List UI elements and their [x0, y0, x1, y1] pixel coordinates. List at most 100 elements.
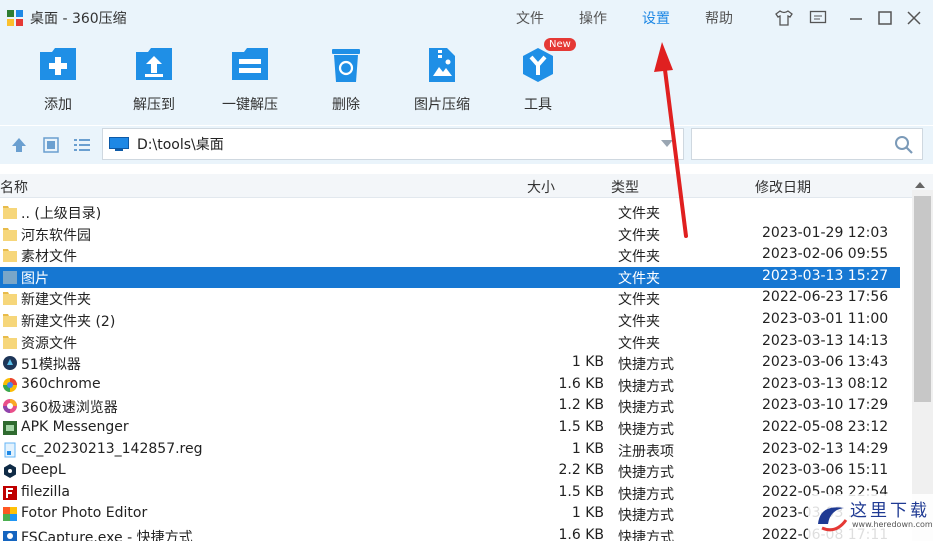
- file-row[interactable]: APK Messenger 1.5 KB 快捷方式 2022-05-08 23:12: [0, 418, 900, 440]
- feedback-button[interactable]: [808, 8, 828, 28]
- file-row[interactable]: 51模拟器 1 KB 快捷方式 2023-03-06 13:43: [0, 353, 900, 375]
- file-date: 2022-05-08 23:12: [762, 419, 889, 435]
- file-list: .. (上级目录) 文件夹 河东软件园 文件夹 2023-01-29 12:03 素材文件…: [0, 202, 912, 541]
- file-type: 快捷方式: [618, 530, 674, 541]
- maximize-button[interactable]: [875, 8, 895, 28]
- address-dropdown-icon[interactable]: [661, 140, 673, 147]
- file-size: 2.2 KB: [558, 462, 605, 479]
- file-date: 2023-02-13 14:29: [762, 440, 889, 457]
- file-row[interactable]: 素材文件 文件夹 2023-02-06 09:55: [0, 245, 900, 267]
- folder-icon: [3, 249, 17, 263]
- file-date: 2023-02-06 09:55: [762, 246, 889, 263]
- file-date: 2023-01-29 12:03: [762, 224, 889, 241]
- search-input[interactable]: [698, 133, 888, 155]
- file-row[interactable]: Fotor Photo Editor1 KB快捷方式2023-03-03 ...: [0, 504, 900, 526]
- column-date[interactable]: 修改日期: [755, 177, 811, 197]
- search-box[interactable]: [691, 128, 923, 160]
- minimize-button[interactable]: [846, 8, 866, 28]
- extract-to-label: 解压到: [133, 97, 175, 113]
- file-size: 1 KB: [571, 505, 604, 522]
- thumbnail-view-icon[interactable]: [42, 136, 60, 154]
- file-name: Fotor Photo Editor: [21, 505, 148, 522]
- drive-icon: [109, 137, 129, 151]
- file-row[interactable]: 360极速浏览器 1.2 KB 快捷方式 2023-03-10 17:29: [0, 396, 900, 418]
- browser-icon: [3, 399, 17, 414]
- file-size: 1.5 KB: [558, 419, 605, 435]
- up-arrow-icon[interactable]: [10, 136, 28, 154]
- file-name: APK Messenger: [21, 419, 129, 435]
- file-row[interactable]: .. (上级目录) 文件夹: [0, 202, 900, 224]
- watermark: 这里下载 www.heredown.com: [808, 494, 933, 541]
- file-type: 注册表项: [618, 443, 674, 460]
- file-type: 快捷方式: [618, 357, 674, 374]
- file-name: 河东软件园: [21, 227, 91, 244]
- minimize-icon: [850, 18, 862, 20]
- file-size: 1.6 KB: [558, 527, 605, 541]
- file-row[interactable]: DeepL 2.2 KB 快捷方式 2023-03-06 15:11: [0, 461, 900, 483]
- scrollbar-thumb[interactable]: [914, 196, 931, 402]
- file-row[interactable]: FSCapture.exe - 快捷方式 1.6 KB 快捷方式 2022-06-08…: [0, 526, 900, 541]
- menu-operation[interactable]: 操作: [579, 8, 607, 28]
- close-button[interactable]: [904, 8, 924, 28]
- search-icon[interactable]: [894, 135, 914, 155]
- watermark-url: www.heredown.com: [852, 520, 933, 529]
- list-view-icon[interactable]: [73, 136, 91, 154]
- tools-button[interactable]: New 工具: [498, 38, 578, 114]
- file-row[interactable]: 资源文件 文件夹 2023-03-13 14:13: [0, 332, 900, 354]
- add-label: 添加: [44, 97, 72, 113]
- file-type: 快捷方式: [618, 508, 674, 525]
- file-date: 2023-03-01 11:00: [762, 311, 889, 327]
- file-row[interactable]: 360chrome 1.6 KB 快捷方式 2023-03-13 08:12: [0, 375, 900, 397]
- filezilla-icon: [3, 485, 17, 500]
- one-click-extract-label: 一键解压: [222, 97, 278, 113]
- delete-button[interactable]: 删除: [306, 46, 386, 114]
- title-toolbar-area: 桌面 - 360压缩 文件 操作 设置 帮助 添加 解压到 一键解压 删除 图片…: [0, 0, 933, 125]
- file-name: 图片: [21, 270, 49, 287]
- file-type: 快捷方式: [618, 400, 674, 417]
- watermark-text: 这里下载: [850, 501, 930, 521]
- file-row[interactable]: filezilla 1.5 KB 快捷方式 2022-05-08 22:54: [0, 483, 900, 505]
- menu-help[interactable]: 帮助: [705, 8, 733, 28]
- image-compress-button[interactable]: 图片压缩: [402, 46, 482, 114]
- file-date: 2023-03-06 15:11: [762, 462, 889, 479]
- folder-icon: [3, 270, 17, 284]
- deepl-icon: [4, 464, 16, 479]
- file-row[interactable]: 新建文件夹 文件夹 2022-06-23 17:56: [0, 288, 900, 310]
- address-field[interactable]: D:\tools\桌面: [102, 128, 684, 160]
- file-size: 1 KB: [571, 354, 604, 371]
- file-size: 1.5 KB: [558, 483, 605, 500]
- file-row[interactable]: cc_20230213_142857.reg 1 KB 注册表项 2023-02-13…: [0, 440, 900, 462]
- chrome-icon: [3, 377, 17, 392]
- delete-label: 删除: [332, 97, 360, 113]
- tshirt-icon: [775, 10, 793, 26]
- menu-settings[interactable]: 设置: [642, 8, 670, 28]
- file-name: cc_20230213_142857.reg: [21, 440, 203, 457]
- add-button[interactable]: 添加: [18, 46, 98, 114]
- one-click-extract-button[interactable]: 一键解压: [210, 46, 290, 114]
- file-row[interactable]: 图片 文件夹 2023-03-13 15:27: [0, 266, 900, 289]
- column-name[interactable]: 名称: [0, 177, 28, 197]
- file-date: 2023-03-06 13:43: [762, 354, 889, 371]
- file-name: 360chrome: [21, 375, 101, 392]
- file-type: 文件夹: [618, 335, 660, 352]
- vertical-scrollbar[interactable]: [912, 190, 933, 541]
- folder-icon: [3, 227, 17, 241]
- column-type[interactable]: 类型: [611, 177, 639, 197]
- tools-label: 工具: [524, 97, 552, 113]
- column-size[interactable]: 大小: [527, 177, 555, 197]
- file-row[interactable]: 河东软件园 文件夹 2023-01-29 12:03: [0, 224, 900, 246]
- extract-to-icon: [136, 48, 172, 80]
- scroll-up-icon[interactable]: [915, 182, 925, 188]
- image-compress-icon: [429, 48, 455, 82]
- file-name: 资源文件: [21, 335, 77, 352]
- file-date: 2023-03-13 08:12: [762, 375, 889, 392]
- menu-file[interactable]: 文件: [516, 8, 544, 28]
- extract-to-button[interactable]: 解压到: [114, 46, 194, 114]
- file-row[interactable]: 新建文件夹 (2) 文件夹 2023-03-01 11:00: [0, 310, 900, 332]
- file-type: 快捷方式: [618, 378, 674, 395]
- file-type: 快捷方式: [618, 486, 674, 503]
- folder-icon: [3, 206, 17, 219]
- file-type: 文件夹: [618, 206, 660, 222]
- skin-button[interactable]: [774, 8, 794, 28]
- add-icon: [40, 48, 76, 80]
